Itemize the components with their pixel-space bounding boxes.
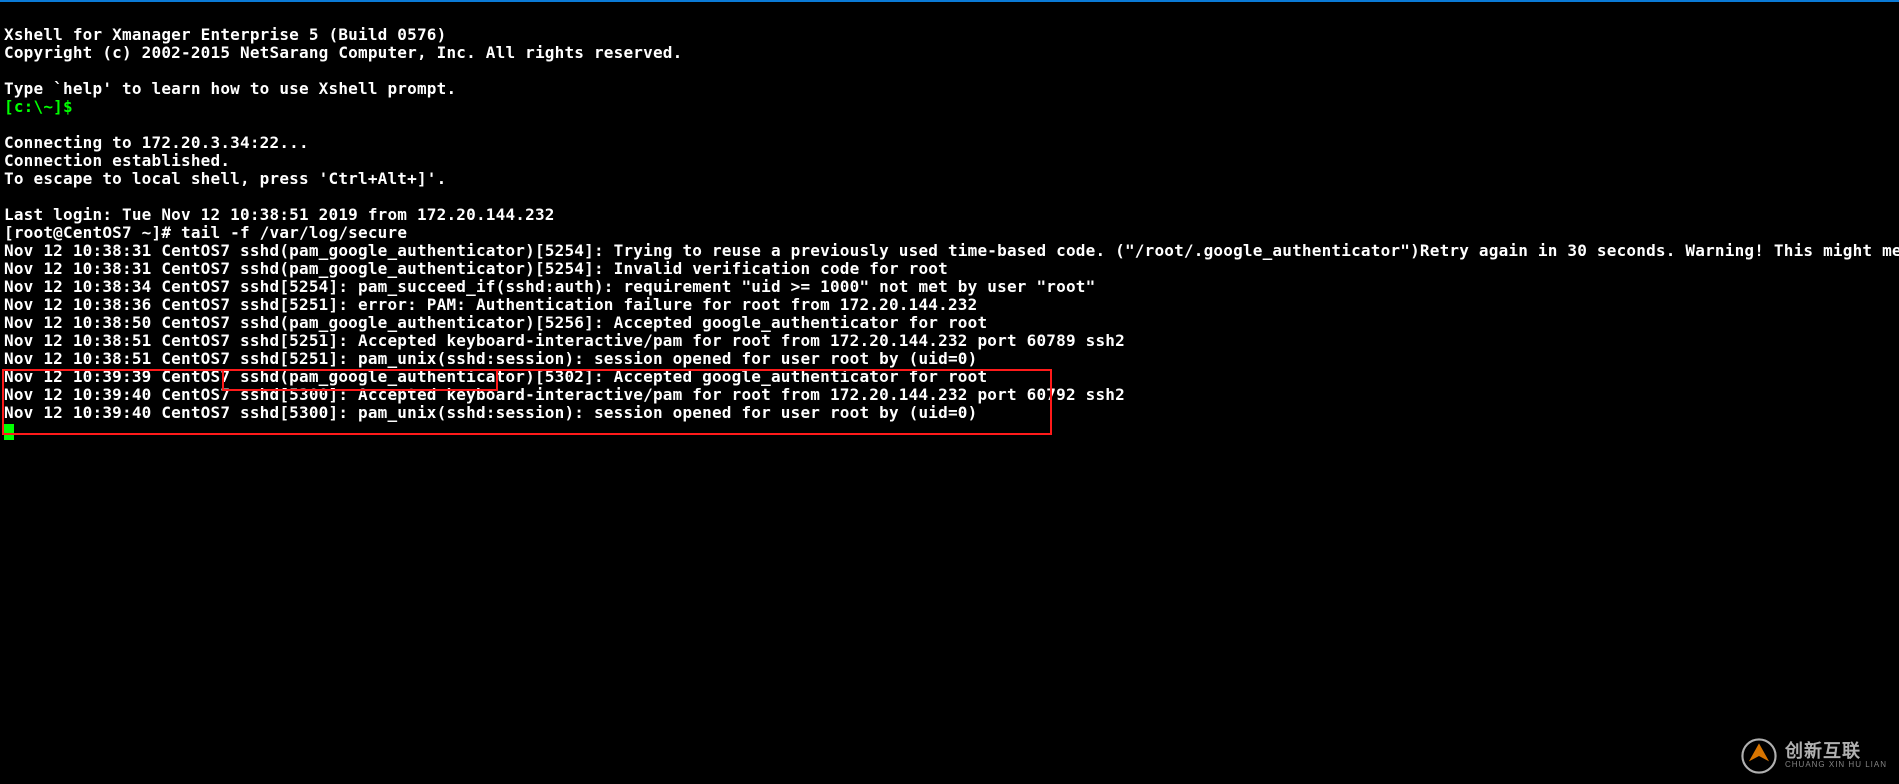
log-line: Nov 12 10:38:50 CentOS7 sshd(pam_google_… <box>4 313 987 332</box>
connect-line-1: Connecting to 172.20.3.34:22... <box>4 133 309 152</box>
log-line: Nov 12 10:39:40 CentOS7 sshd[5300]: pam_… <box>4 403 977 422</box>
log-line: Nov 12 10:38:51 CentOS7 sshd[5251]: Acce… <box>4 331 1125 350</box>
help-hint: Type `help' to learn how to use Xshell p… <box>4 79 456 98</box>
watermark-text-main: 创新互联 <box>1785 742 1887 761</box>
watermark-text-sub: CHUANG XIN HU LIAN <box>1785 761 1887 769</box>
log-line: Nov 12 10:39:40 CentOS7 sshd[5300]: Acce… <box>4 385 1125 404</box>
connect-line-3: To escape to local shell, press 'Ctrl+Al… <box>4 169 446 188</box>
connect-line-2: Connection established. <box>4 151 230 170</box>
log-line: Nov 12 10:38:51 CentOS7 sshd[5251]: pam_… <box>4 349 977 368</box>
watermark-logo-icon <box>1741 738 1777 774</box>
shell-prompt: [root@CentOS7 ~]# <box>4 223 181 242</box>
terminal-cursor <box>4 424 14 440</box>
local-prompt: [c:\~]$ <box>4 97 73 116</box>
watermark: 创新互联 CHUANG XIN HU LIAN <box>1741 738 1887 774</box>
log-line: Nov 12 10:39:39 CentOS7 sshd(pam_google_… <box>4 367 987 386</box>
log-line: Nov 12 10:38:36 CentOS7 sshd[5251]: erro… <box>4 295 977 314</box>
app-title: Xshell for Xmanager Enterprise 5 (Build … <box>4 25 446 44</box>
terminal-output[interactable]: Xshell for Xmanager Enterprise 5 (Build … <box>0 2 1899 440</box>
log-line: Nov 12 10:38:31 CentOS7 sshd(pam_google_… <box>4 259 948 278</box>
shell-command: tail -f /var/log/secure <box>181 223 407 242</box>
copyright-line: Copyright (c) 2002-2015 NetSarang Comput… <box>4 43 682 62</box>
last-login: Last login: Tue Nov 12 10:38:51 2019 fro… <box>4 205 555 224</box>
log-line: Nov 12 10:38:31 CentOS7 sshd(pam_google_… <box>4 241 1899 260</box>
log-line: Nov 12 10:38:34 CentOS7 sshd[5254]: pam_… <box>4 277 1095 296</box>
